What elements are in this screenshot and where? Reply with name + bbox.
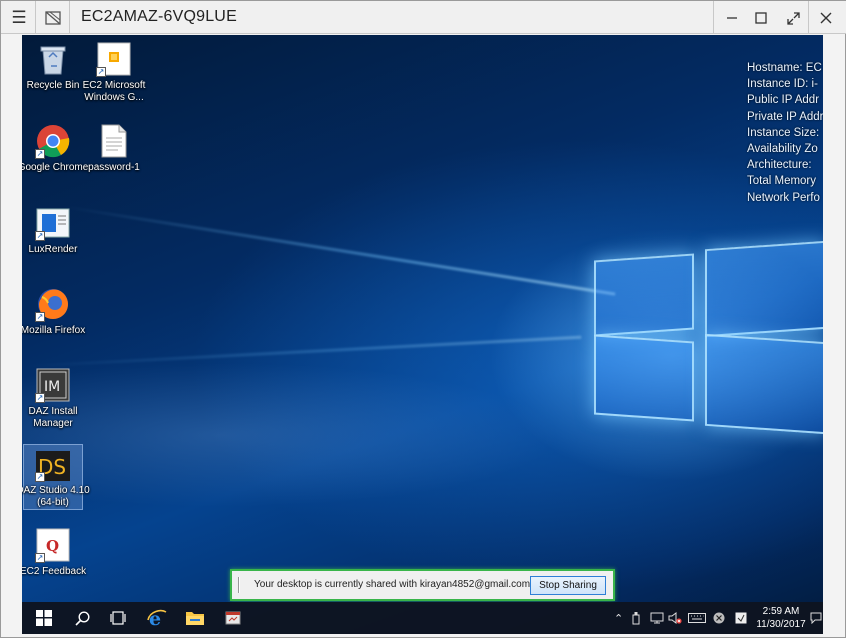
desktop-icon-label: Mozilla Firefox: [22, 325, 86, 336]
instance-info-line: Availability Zo: [747, 143, 818, 156]
wallpaper-beam: [61, 205, 616, 296]
desktop-icon-google-chrome[interactable]: ↗ Google Chrome: [22, 123, 88, 174]
start-button[interactable]: [24, 602, 64, 634]
instance-info-overlay: Hostname: EC Instance ID: i- Public IP A…: [747, 60, 823, 206]
desktop-icon-recycle-bin[interactable]: Recycle Bin: [23, 41, 83, 92]
recycle-bin-icon: [35, 41, 71, 77]
desktop-icon-password-file[interactable]: password-1: [84, 123, 144, 174]
svg-text:IM: IM: [44, 379, 60, 395]
desktop-icon-mozilla-firefox[interactable]: ↗ Mozilla Firefox: [22, 286, 85, 337]
taskbar-internet-explorer[interactable]: e: [138, 602, 176, 634]
shortcut-arrow-icon: ↗: [35, 472, 45, 482]
instance-info-line: Network Perfo: [747, 191, 820, 204]
taskbar-clock[interactable]: 2:59 AM 11/30/2017: [756, 605, 806, 631]
shortcut-arrow-icon: ↗: [35, 231, 45, 241]
hamburger-menu-icon[interactable]: ☰: [4, 3, 34, 33]
desktop-icon-daz-install-manager[interactable]: IM ↗ DAZ Install Manager: [23, 367, 83, 430]
internet-explorer-icon: e: [147, 608, 167, 628]
network-icon[interactable]: [650, 602, 664, 634]
disconnect-circle-icon[interactable]: [713, 602, 727, 634]
desktop-icon-label: LuxRender: [28, 244, 78, 255]
desktop-icon-ec2-feedback[interactable]: Q ↗ EC2 Feedback: [22, 527, 86, 578]
volume-muted-icon[interactable]: [668, 602, 682, 634]
divider: [35, 1, 36, 34]
desktop-icon-label: DAZ Install Manager: [28, 406, 78, 429]
search-icon: [74, 610, 90, 626]
daz-install-manager-icon: IM ↗: [35, 367, 71, 403]
instance-info-line: Architecture:: [747, 159, 812, 172]
taskbar-pinned-app[interactable]: [214, 602, 252, 634]
taskbar-file-explorer[interactable]: [176, 602, 214, 634]
svg-text:Q: Q: [46, 537, 59, 555]
clock-date: 11/30/2017: [756, 619, 806, 630]
taskbar: e ⌃ 2:59 AM 11/30/2017: [22, 602, 823, 634]
task-view-button[interactable]: [100, 602, 136, 634]
desktop-icon-ec2-guide[interactable]: ↗ EC2 Microsoft Windows G...: [83, 41, 145, 104]
sharing-message: Your desktop is currently shared with ki…: [254, 579, 531, 590]
divider: [808, 1, 809, 34]
remote-desktop[interactable]: Recycle Bin ↗ EC2 Microsoft Windows G...…: [22, 35, 823, 634]
wallpaper-pane: [705, 333, 823, 435]
action-center-shield-icon[interactable]: [735, 602, 749, 634]
shortcut-arrow-icon: ↗: [35, 312, 45, 322]
ec2-guide-icon: ↗: [96, 41, 132, 77]
wallpaper-pane: [594, 334, 694, 422]
task-view-icon: [110, 611, 126, 625]
luxrender-icon: ↗: [35, 205, 71, 241]
desktop-icon-luxrender[interactable]: ↗ LuxRender: [23, 205, 83, 256]
wallpaper-mist: [22, 335, 823, 535]
drag-handle[interactable]: [238, 577, 240, 593]
divider: [713, 1, 714, 34]
divider: [69, 1, 70, 34]
title-bar: ☰ EC2AMAZ-6VQ9LUE: [1, 1, 846, 34]
shortcut-arrow-icon: ↗: [35, 553, 45, 563]
instance-info-line: Hostname: EC: [747, 62, 822, 74]
desktop-icon-label: password-1: [88, 162, 140, 173]
instance-info-line: Instance Size:: [747, 126, 820, 139]
remote-desktop-viewer-window: ☰ EC2AMAZ-6VQ9LUE Recycle Bin ↗ EC2 Micr…: [0, 0, 846, 638]
chrome-icon: ↗: [35, 123, 71, 159]
minimize-icon[interactable]: [717, 3, 747, 33]
desktop-icon-daz-studio[interactable]: DS ↗ DAZ Studio 4.10 (64-bit): [22, 444, 90, 510]
desktop-icon-label: EC2 Feedback: [22, 566, 87, 577]
wallpaper-pane: [705, 240, 823, 338]
usb-device-icon[interactable]: [632, 602, 644, 634]
screen-sharing-bar: Your desktop is currently shared with ki…: [230, 569, 615, 601]
stop-sharing-button[interactable]: Stop Sharing: [530, 576, 606, 595]
instance-info-line: Private IP Addr: [747, 110, 823, 123]
shortcut-arrow-icon: ↗: [35, 393, 45, 403]
notifications-icon[interactable]: [810, 602, 823, 634]
wallpaper-pane: [594, 253, 694, 337]
daz-studio-icon: DS ↗: [35, 449, 71, 482]
app-icon: [225, 611, 241, 625]
shortcut-arrow-icon: ↗: [35, 149, 45, 159]
fit-screen-icon[interactable]: [778, 3, 808, 33]
clock-time: 2:59 AM: [762, 606, 800, 617]
search-button[interactable]: [64, 602, 100, 634]
close-icon[interactable]: [811, 3, 841, 33]
window-title: EC2AMAZ-6VQ9LUE: [81, 8, 237, 25]
windows-logo-icon: [36, 610, 52, 626]
folder-icon: [186, 612, 204, 625]
show-hidden-icons-chevron-icon[interactable]: ⌃: [614, 602, 628, 634]
maximize-icon[interactable]: [746, 3, 776, 33]
ec2-feedback-icon: Q ↗: [35, 527, 71, 563]
keyboard-icon[interactable]: [688, 602, 708, 634]
desktop-icon-label: EC2 Microsoft Windows G...: [82, 80, 146, 103]
instance-info-line: Public IP Addr: [747, 94, 820, 107]
instance-info-line: Total Memory: [747, 175, 817, 188]
text-file-icon: [96, 123, 132, 159]
desktop-icon-label: DAZ Studio 4.10 (64-bit): [22, 485, 90, 508]
disconnect-icon[interactable]: [38, 3, 68, 33]
instance-info-line: Instance ID: i-: [747, 78, 818, 91]
firefox-icon: ↗: [35, 286, 71, 322]
shortcut-arrow-icon: ↗: [96, 67, 106, 77]
